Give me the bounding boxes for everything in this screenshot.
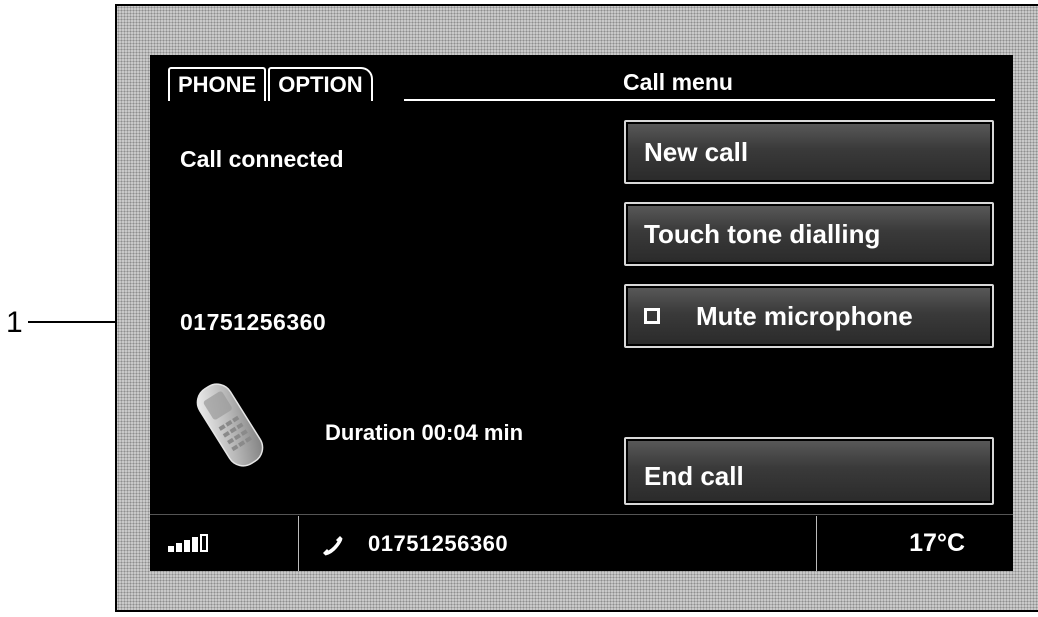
signal-bar (168, 546, 174, 552)
signal-bar-empty (200, 534, 208, 552)
new-call-button[interactable]: New call (624, 120, 994, 184)
signal-bar (192, 537, 198, 552)
signal-bar (184, 540, 190, 552)
tab-bar: PHONE OPTION (168, 67, 373, 101)
mobile-phone-icon (196, 383, 264, 467)
statusbar-divider (150, 514, 1013, 515)
menu-title: Call menu (623, 69, 733, 95)
checkbox-icon[interactable] (644, 308, 660, 325)
signal-strength-icon (168, 532, 210, 552)
tab-underline (404, 99, 995, 101)
call-status: Call connected (180, 146, 344, 172)
phone-screen: PHONE OPTION Call menu Call connected 01… (150, 55, 1013, 571)
end-call-button[interactable]: End call (624, 437, 994, 505)
signal-bar (176, 543, 182, 552)
call-duration: Duration 00:04 min (325, 420, 524, 445)
mute-microphone-label: Mute microphone (696, 301, 913, 331)
outside-temperature: 17°C (909, 529, 965, 557)
handset-icon (323, 536, 343, 556)
mute-microphone-button[interactable]: Mute microphone (624, 284, 994, 348)
manual-figure: 1 PHONE OPTION Call menu Call connected … (0, 0, 1038, 617)
tab-phone[interactable]: PHONE (168, 67, 267, 101)
statusbar-separator (816, 516, 817, 571)
statusbar-separator (298, 516, 299, 571)
callout-number: 1 (6, 306, 23, 339)
caller-number: 01751256360 (180, 309, 327, 335)
touch-tone-dialling-button[interactable]: Touch tone dialling (624, 202, 994, 266)
tab-option[interactable]: OPTION (268, 67, 373, 101)
statusbar-number: 01751256360 (368, 531, 509, 556)
